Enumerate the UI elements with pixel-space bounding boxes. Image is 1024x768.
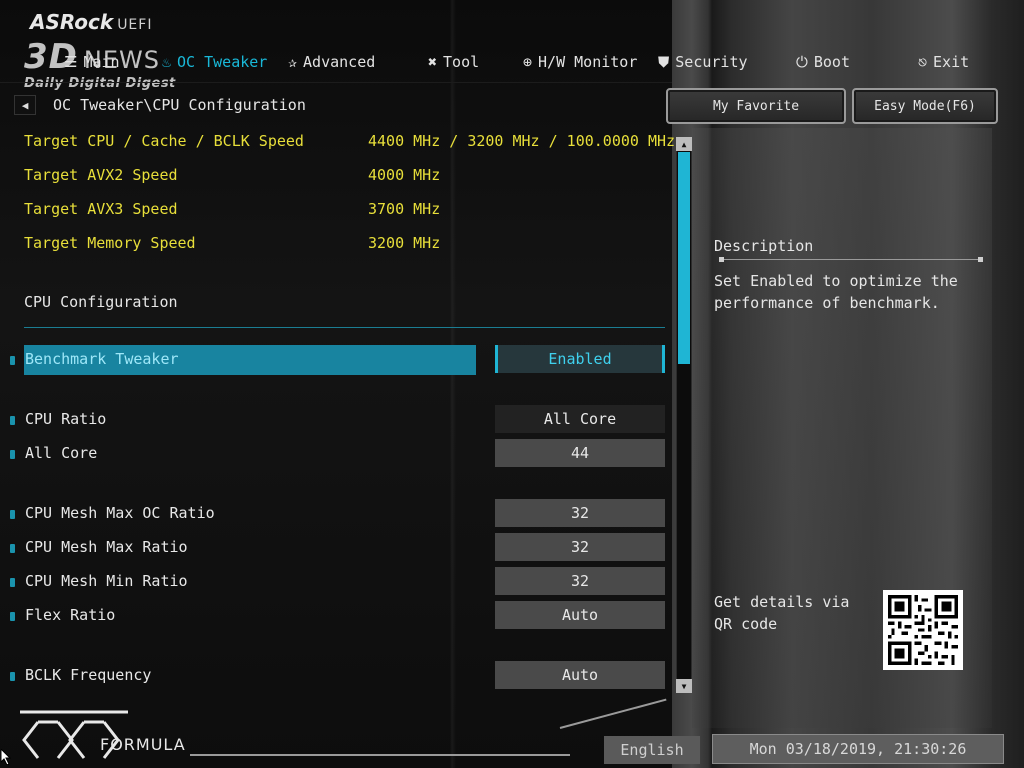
setting-label: All Core [25, 444, 98, 462]
power-icon: ⏻ [796, 53, 808, 71]
setting-benchmark-tweaker[interactable]: Benchmark Tweaker Enabled [10, 345, 666, 375]
scroll-up-button[interactable]: ▲ [676, 137, 692, 151]
setting-label: Flex Ratio [25, 606, 116, 624]
setting-value-dropdown[interactable]: All Core [495, 405, 665, 433]
easy-mode-button[interactable]: Easy Mode(F6) [852, 88, 998, 124]
tab-tool[interactable]: ✖ Tool [428, 50, 479, 74]
target-value: 3200 MHz [368, 234, 441, 252]
target-value: 4400 MHz / 3200 MHz / 100.0000 MHz [368, 132, 676, 150]
setting-all-core[interactable]: All Core 44 [10, 439, 666, 467]
setting-value-field[interactable]: 32 [495, 567, 665, 595]
tab-hw-monitor[interactable]: ⊕ H/W Monitor [523, 50, 637, 74]
setting-label: CPU Mesh Max OC Ratio [25, 504, 215, 522]
crosshair-icon: ⊕ [523, 53, 533, 71]
setting-label: CPU Mesh Min Ratio [25, 572, 188, 590]
bullet-icon [10, 672, 15, 681]
top-nav: ☰ Main ♨ OC Tweaker ✰ Advanced ✖ Tool ⊕ … [60, 50, 1024, 74]
setting-label: CPU Mesh Max Ratio [25, 538, 188, 556]
bullet-icon [10, 578, 15, 587]
setting-label: Benchmark Tweaker [25, 350, 179, 368]
tab-security[interactable]: ⛊ Security [658, 50, 748, 74]
setting-label: BCLK Frequency [25, 666, 152, 684]
qr-caption: Get details via QR code [714, 593, 850, 633]
tab-security-label: Security [675, 53, 748, 71]
target-label: Target AVX2 Speed [24, 166, 178, 184]
footer-divider [190, 754, 570, 756]
section-divider [24, 327, 665, 328]
caret-down-icon: ▼ [681, 681, 687, 691]
setting-value-field[interactable]: 44 [495, 439, 665, 467]
bullet-icon [10, 356, 15, 365]
tab-main[interactable]: ☰ Main [64, 50, 120, 74]
setting-label: CPU Ratio [25, 410, 107, 428]
my-favorite-button[interactable]: My Favorite [666, 88, 846, 124]
watermark-tagline: Daily Digital Digest [24, 76, 176, 91]
uefi-text: UEFI [117, 17, 153, 33]
qr-code [883, 590, 963, 670]
shield-icon: ⛊ [658, 53, 670, 71]
back-arrow-icon: ◀ [21, 98, 29, 112]
tab-hw-monitor-label: H/W Monitor [538, 53, 638, 71]
language-button[interactable]: English [604, 736, 700, 764]
setting-value-field[interactable]: 32 [495, 533, 665, 561]
setting-cpu-ratio[interactable]: CPU Ratio All Core [10, 405, 666, 433]
formula-label: FORMULA [100, 735, 186, 754]
bullet-icon [10, 510, 15, 519]
target-value: 3700 MHz [368, 200, 441, 218]
setting-value-field[interactable]: 32 [495, 499, 665, 527]
tab-advanced[interactable]: ✰ Advanced [288, 50, 375, 74]
qr-code-icon [888, 595, 958, 665]
breadcrumb: OC Tweaker\CPU Configuration [53, 96, 306, 114]
list-icon: ☰ [64, 53, 78, 71]
target-label: Target AVX3 Speed [24, 200, 178, 218]
back-button[interactable]: ◀ [14, 95, 36, 115]
tab-boot-label: Boot [813, 53, 850, 71]
setting-cpu-mesh-max-ratio[interactable]: CPU Mesh Max Ratio 32 [10, 533, 666, 561]
setting-cpu-mesh-min-ratio[interactable]: CPU Mesh Min Ratio 32 [10, 567, 666, 595]
exit-icon: ⎋ [918, 53, 928, 71]
tab-main-label: Main [83, 53, 120, 71]
tab-boot[interactable]: ⏻ Boot [796, 50, 850, 74]
tab-tool-label: Tool [443, 53, 480, 71]
target-value: 4000 MHz [368, 166, 441, 184]
brand-text: ASRock [30, 10, 114, 34]
section-title: CPU Configuration [24, 293, 178, 311]
nav-divider [0, 82, 672, 83]
star-icon: ✰ [288, 53, 298, 71]
setting-cpu-mesh-max-oc-ratio[interactable]: CPU Mesh Max OC Ratio 32 [10, 499, 666, 527]
caret-up-icon: ▲ [681, 139, 687, 149]
tab-exit[interactable]: ⎋ Exit [918, 50, 969, 74]
setting-bclk-frequency[interactable]: BCLK Frequency Auto [10, 661, 666, 689]
asrock-logo: ASRock UEFI [30, 10, 152, 34]
tab-advanced-label: Advanced [303, 53, 376, 71]
bullet-icon [10, 612, 15, 621]
flame-icon: ♨ [162, 53, 172, 71]
description-title: Description [714, 237, 814, 255]
bullet-icon [10, 544, 15, 553]
tools-icon: ✖ [428, 53, 438, 71]
target-label: Target CPU / Cache / BCLK Speed [24, 132, 304, 150]
scrollbar-thumb[interactable] [678, 152, 690, 364]
setting-value-button[interactable]: Enabled [495, 345, 665, 373]
tab-exit-label: Exit [933, 53, 970, 71]
description-text: Set Enabled to optimize the performance … [714, 272, 958, 312]
scroll-down-button[interactable]: ▼ [676, 679, 692, 693]
datetime-display[interactable]: Mon 03/18/2019, 21:30:26 [712, 734, 1004, 764]
tab-oc-tweaker[interactable]: ♨ OC Tweaker [162, 50, 267, 74]
tab-oc-tweaker-label: OC Tweaker [177, 53, 268, 71]
setting-flex-ratio[interactable]: Flex Ratio Auto [10, 601, 666, 629]
setting-value-field[interactable]: Auto [495, 601, 665, 629]
bullet-icon [10, 416, 15, 425]
description-divider [719, 257, 983, 262]
setting-value-field[interactable]: Auto [495, 661, 665, 689]
mouse-cursor-icon [1, 749, 11, 765]
target-label: Target Memory Speed [24, 234, 196, 252]
bullet-icon [10, 450, 15, 459]
